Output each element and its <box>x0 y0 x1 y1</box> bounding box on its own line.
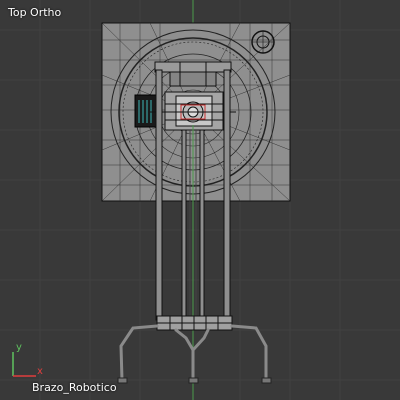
axis-y-label: y <box>16 342 22 353</box>
3d-viewport[interactable]: Top Ortho y x Brazo_Robotico <box>0 0 400 400</box>
view-name-label: Top Ortho <box>8 6 62 19</box>
corner-gear-mesh <box>251 30 275 54</box>
axis-gizmo-icon <box>12 352 36 377</box>
bottom-platform-mesh <box>156 315 233 331</box>
side-block-mesh <box>134 94 158 128</box>
axis-x-label: x <box>37 366 43 377</box>
wireframe-canvas[interactable] <box>0 0 400 400</box>
active-object-name: Brazo_Robotico <box>32 381 117 394</box>
